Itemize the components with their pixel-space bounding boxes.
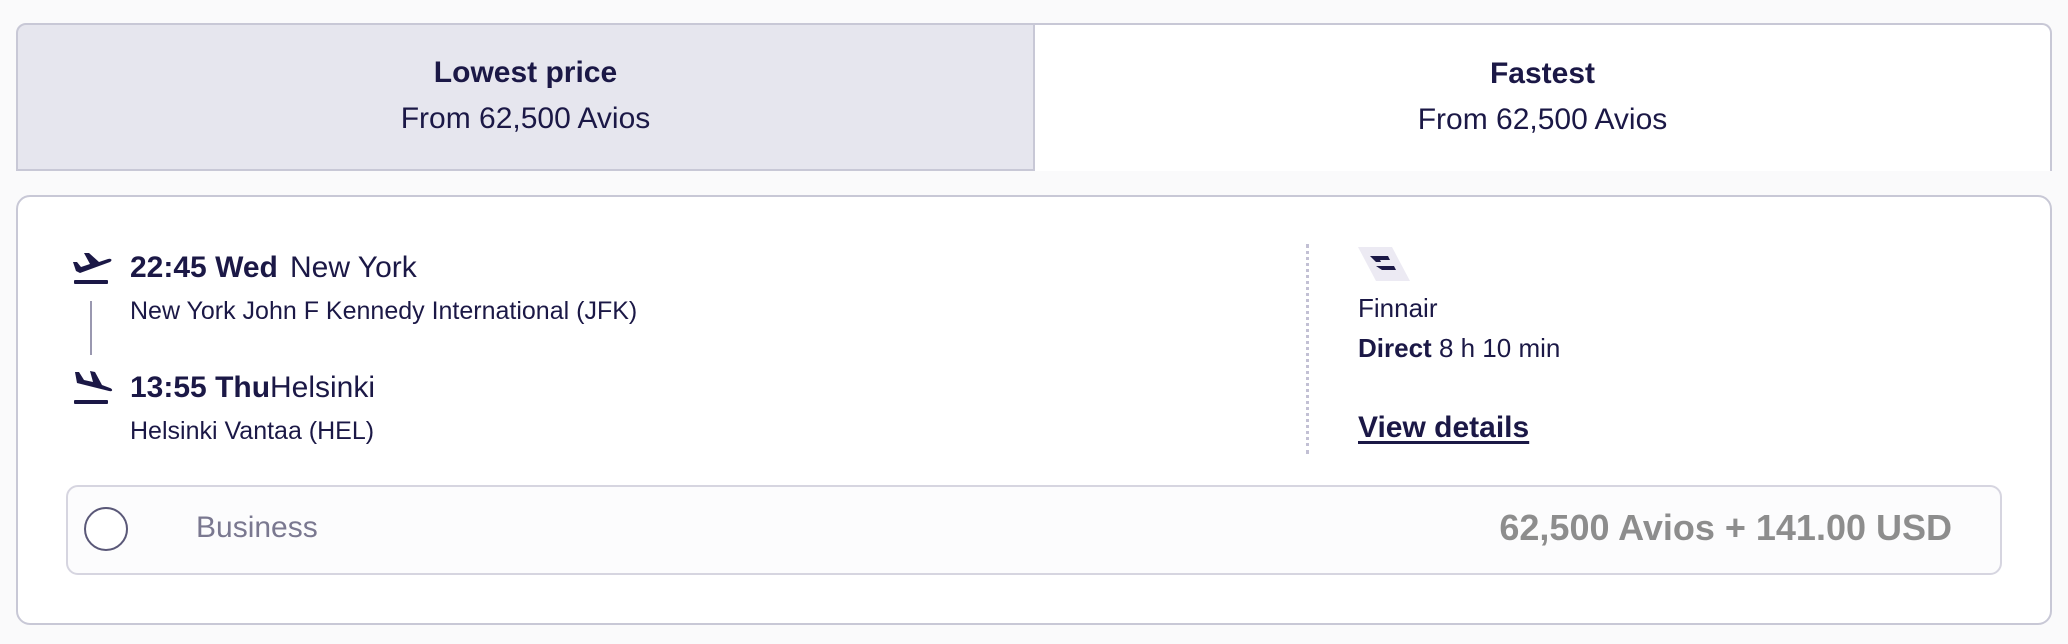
departure-city: New York	[290, 251, 417, 284]
stops-label: Direct	[1358, 333, 1432, 363]
finnair-logo-icon	[1356, 245, 1412, 285]
flight-card: 22:45 Wed New York New York John F Kenne…	[16, 195, 2052, 625]
tab-fastest[interactable]: Fastest From 62,500 Avios	[1035, 23, 2052, 171]
tab-fastest-title: Fastest	[1489, 57, 1596, 90]
duration-value: 8 h 10 min	[1438, 333, 1561, 363]
arrival-city: Helsinki	[270, 371, 376, 404]
departure-time: 22:45 Wed	[130, 251, 278, 284]
departure-airport: New York John F Kennedy International (J…	[130, 297, 638, 325]
tab-lowest-price[interactable]: Lowest price From 62,500 Avios	[16, 23, 1035, 171]
fare-price: 62,500 Avios + 141.00 USD	[1499, 507, 1952, 548]
takeoff-icon	[70, 249, 114, 289]
section-divider	[1306, 244, 1309, 454]
flight-duration: Direct 8 h 10 min	[1358, 333, 1560, 364]
tab-fastest-subtitle: From 62,500 Avios	[1417, 103, 1668, 136]
arrival-time: 13:55 Thu	[130, 371, 271, 404]
cabin-class: Business	[196, 511, 318, 544]
timeline-connector	[90, 301, 92, 355]
tab-lowest-price-subtitle: From 62,500 Avios	[400, 102, 651, 135]
airline-name: Finnair	[1358, 293, 1438, 323]
fare-option-business[interactable]: Business 62,500 Avios + 141.00 USD	[66, 485, 2002, 575]
tab-lowest-price-title: Lowest price	[433, 56, 618, 89]
fare-radio-button[interactable]	[84, 507, 128, 551]
sort-tabs: Lowest price From 62,500 Avios Fastest F…	[16, 23, 2052, 171]
view-details-link[interactable]: View details	[1358, 411, 1529, 445]
landing-icon	[70, 369, 114, 409]
arrival-airport: Helsinki Vantaa (HEL)	[130, 417, 375, 445]
